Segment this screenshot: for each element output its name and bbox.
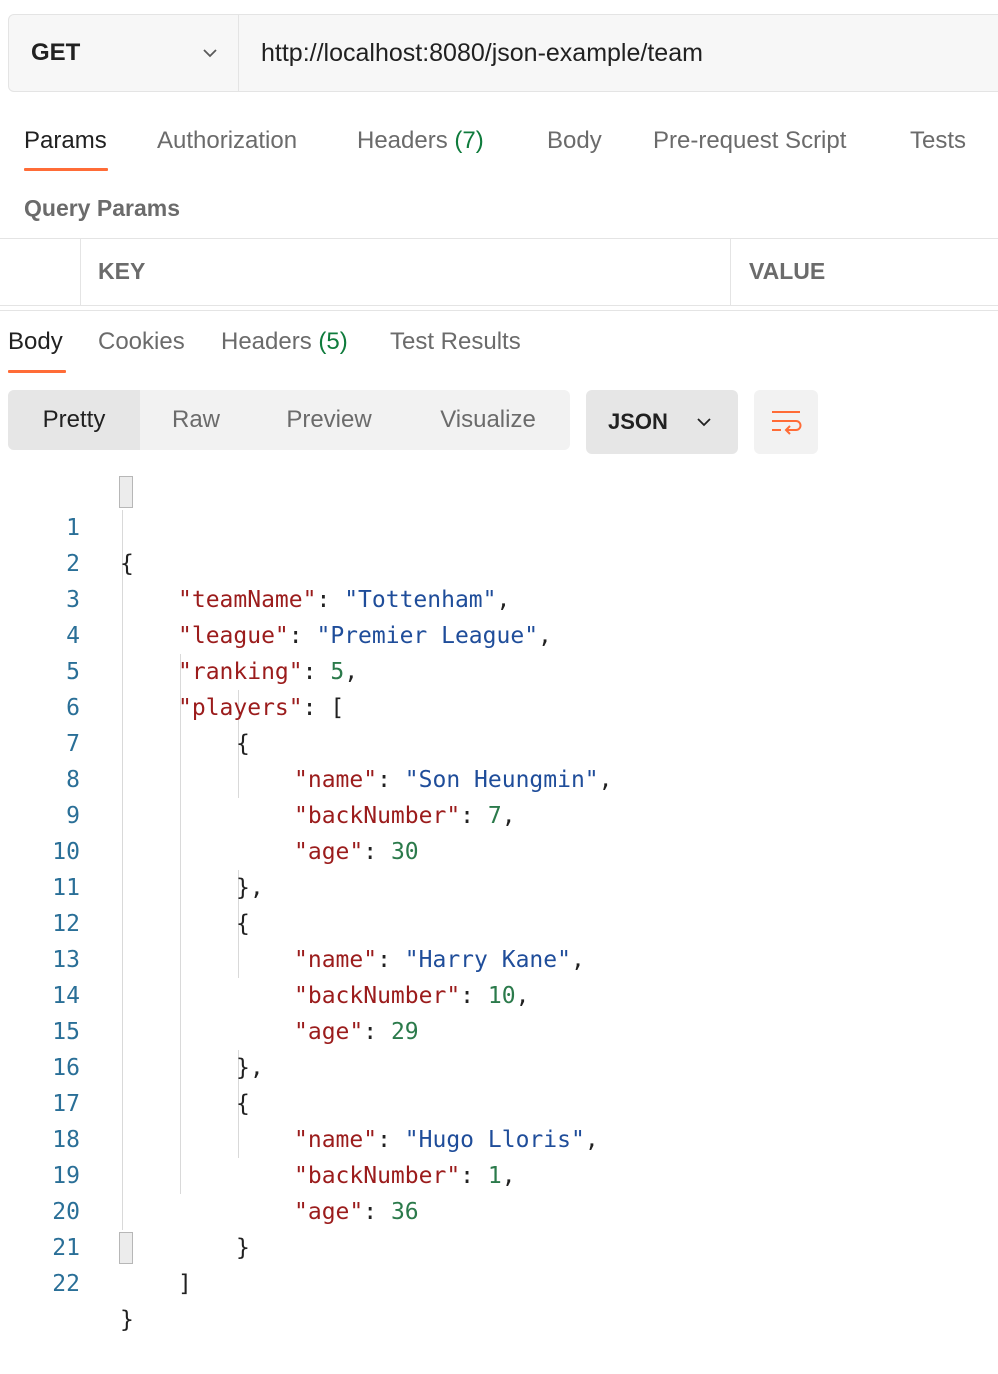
json-punct: } [120,1307,134,1333]
active-tab-indicator [24,168,108,171]
view-preview-button[interactable]: Preview [252,390,406,450]
code-line: 14 "age": 29 [0,942,998,1045]
url-input[interactable] [239,15,998,91]
tab-headers[interactable]: Headers (7) [357,110,484,172]
code-line: 9 "age": 30 [0,762,998,865]
tab-headers-label: Headers [357,127,448,154]
request-tabs: Params Authorization Headers (7) Body Pr… [0,110,998,176]
query-params-table: KEY VALUE [0,238,998,306]
active-response-tab-indicator [8,370,66,373]
tab-tests[interactable]: Tests [910,110,966,172]
code-line: 13 "backNumber": 10, [0,906,998,1009]
code-line: 22 } [0,1230,998,1333]
view-pretty-button[interactable]: Pretty [8,390,140,450]
wrap-lines-button[interactable] [754,390,818,454]
request-bar: GET [8,14,998,92]
response-tabs: Body Cookies Headers (5) Test Results [0,312,998,374]
code-line: 2 "teamName": "Tottenham", [0,510,998,613]
tab-prerequest-script[interactable]: Pre-request Script [653,110,846,172]
tab-response-headers-label: Headers [221,328,312,355]
chevron-down-icon [697,418,711,427]
view-raw-button[interactable]: Raw [140,390,252,450]
key-column-header: KEY [98,258,146,284]
method-dropdown[interactable]: GET [9,15,239,91]
code-line: 5 "players": [ [0,618,998,721]
code-line: 4 "ranking": 5, [0,582,998,685]
tab-response-headers[interactable]: Headers (5) [221,312,348,372]
code-line: 18 "backNumber": 1, [0,1086,998,1189]
code-line: 7 "name": "Son Heungmin", [0,690,998,793]
format-label: JSON [608,409,668,434]
query-params-title: Query Params [24,195,180,221]
code-line: 3 "league": "Premier League", [0,546,998,649]
view-mode-selector: Pretty Raw Preview Visualize [8,390,570,450]
format-dropdown[interactable]: JSON [586,390,738,454]
value-column-header: VALUE [749,258,826,284]
response-body-viewer[interactable]: 1 { 2 "teamName": "Tottenham", 3 "league… [0,474,998,1333]
text-wrap-icon [772,411,802,435]
code-line: 12 "name": "Harry Kane", [0,870,998,973]
tab-body[interactable]: Body [547,110,602,172]
tab-response-body[interactable]: Body [8,312,63,372]
code-line: 20 } [0,1158,998,1261]
code-line: 8 "backNumber": 7, [0,726,998,829]
tab-test-results[interactable]: Test Results [390,312,521,372]
chevron-down-icon [203,49,217,58]
tab-authorization[interactable]: Authorization [157,110,297,172]
response-headers-count: (5) [318,328,348,355]
view-visualize-button[interactable]: Visualize [406,390,570,450]
code-line: 6 { [0,654,998,757]
line-number: 22 [52,1271,80,1297]
pane-divider[interactable] [0,310,998,311]
headers-count: (7) [454,127,484,154]
method-label: GET [31,39,81,66]
code-line: 10 }, [0,798,998,901]
tab-cookies[interactable]: Cookies [98,312,185,372]
tab-params[interactable]: Params [24,110,107,172]
code-line: 21 ] [0,1194,998,1297]
code-line: 15 }, [0,978,998,1081]
code-line: 11 { [0,834,998,937]
column-divider [730,239,731,305]
json-punct: ] [178,1271,192,1297]
code-line: 19 "age": 36 [0,1122,998,1225]
column-divider [80,239,81,305]
code-line: 17 "name": "Hugo Lloris", [0,1050,998,1153]
code-line: 16 { [0,1014,998,1117]
code-line: 1 { [0,474,998,577]
